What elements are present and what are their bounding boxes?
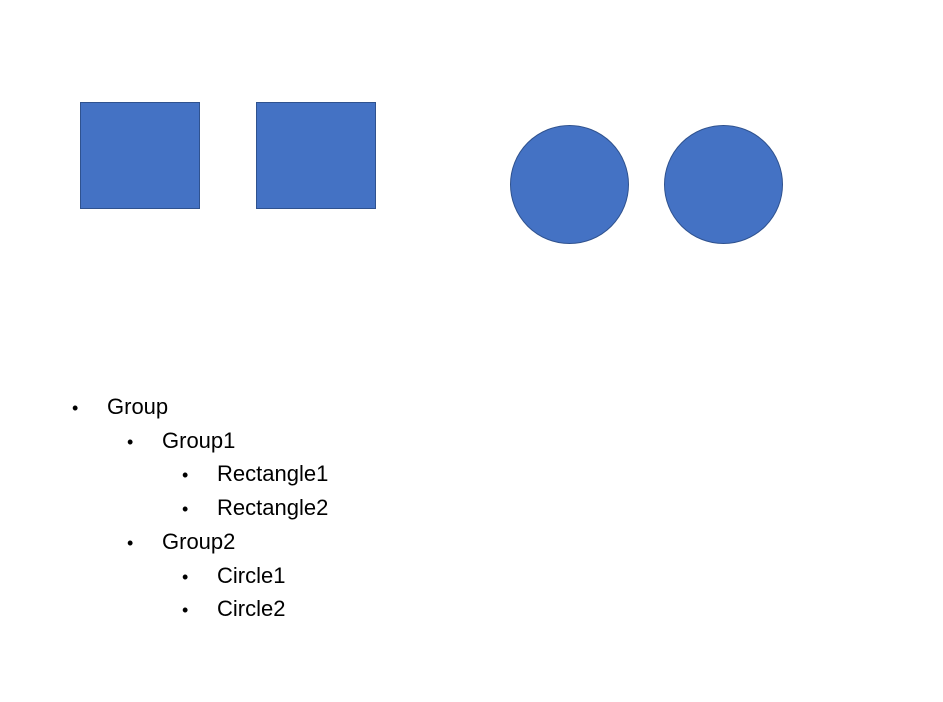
list-item-circle2: • Circle2 bbox=[182, 593, 328, 627]
rectangle-2-shape[interactable] bbox=[256, 102, 376, 209]
bullet-icon: • bbox=[182, 499, 189, 520]
group-children-list: • Group1 • Rectangle1 • Rectangle2 • Gro… bbox=[72, 425, 328, 627]
circle-2-shape[interactable] bbox=[664, 125, 783, 244]
group1-label: Group1 bbox=[162, 427, 236, 453]
group2-label: Group2 bbox=[162, 528, 236, 554]
bullet-icon: • bbox=[182, 600, 189, 621]
list-item-circle1: • Circle1 bbox=[182, 560, 328, 594]
list-item-group1: • Group1 • Rectangle1 • Rectangle2 bbox=[127, 425, 328, 526]
bullet-icon: • bbox=[127, 532, 134, 553]
bullet-icon: • bbox=[127, 431, 134, 452]
circle-1-shape[interactable] bbox=[510, 125, 629, 244]
list-item-rectangle1: • Rectangle1 bbox=[182, 458, 328, 492]
group2-children-list: • Circle1 • Circle2 bbox=[127, 560, 328, 627]
circle2-label: Circle2 bbox=[217, 596, 286, 622]
bullet-icon: • bbox=[72, 398, 79, 418]
group1-children-list: • Rectangle1 • Rectangle2 bbox=[127, 458, 328, 525]
bullet-icon: • bbox=[182, 566, 189, 587]
bullet-icon: • bbox=[182, 465, 189, 486]
list-item-group: • Group • Group1 • Rectangle1 • Rectangl… bbox=[72, 391, 328, 627]
group-label: Group bbox=[107, 394, 169, 419]
rectangle2-label: Rectangle2 bbox=[217, 495, 329, 521]
list-item-group2: • Group2 • Circle1 • Circle2 bbox=[127, 526, 328, 627]
group-hierarchy-list: • Group • Group1 • Rectangle1 • Rectangl… bbox=[72, 391, 328, 627]
rectangle-1-shape[interactable] bbox=[80, 102, 200, 209]
rectangle1-label: Rectangle1 bbox=[217, 461, 329, 487]
circle1-label: Circle1 bbox=[217, 562, 286, 588]
list-item-rectangle2: • Rectangle2 bbox=[182, 492, 328, 526]
